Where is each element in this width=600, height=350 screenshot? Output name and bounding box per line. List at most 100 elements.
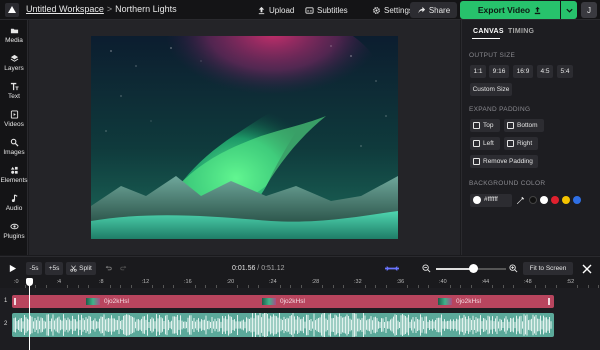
close-timeline-button[interactable] [581,262,593,275]
sidebar-item-text[interactable]: Text [0,82,28,108]
clip-trim-handle-right[interactable] [548,298,550,305]
swatch-black[interactable] [529,196,537,204]
sidebar-item-plugins[interactable]: Plugins [0,222,28,248]
checkbox-label: Right [517,140,533,147]
sidebar-item-media[interactable]: Media [0,26,28,52]
app-logo-icon[interactable] [5,3,19,17]
swatch-blue[interactable] [573,196,581,204]
undo-button[interactable] [103,262,113,275]
padding-bottom-checkbox[interactable]: Bottom [504,119,544,132]
swatch-red[interactable] [551,196,559,204]
canvas-stage [29,20,460,255]
ruler-tick-mark [194,285,196,288]
tab-timing[interactable]: TIMING [508,28,534,35]
play-button[interactable] [6,262,18,275]
playhead-handle[interactable] [26,278,33,286]
sidebar-item-label: Plugins [3,233,25,240]
ratio-9-16-button[interactable]: 9:16 [489,65,509,78]
zoom-slider-knob[interactable] [469,264,478,273]
ruler-tick-mark [492,285,494,288]
audio-track-clip[interactable] [12,313,554,337]
scissors-icon [70,265,77,272]
checkbox-label: Left [483,140,494,147]
padding-left-checkbox[interactable]: Left [470,137,500,150]
checkbox-box [473,158,480,165]
sidebar-item-audio[interactable]: Audio [0,194,28,220]
background-color-value: #ffffff [484,196,498,203]
swatch-white[interactable] [540,196,548,204]
sidebar-item-images[interactable]: Images [0,138,28,164]
tab-canvas[interactable]: CANVAS [473,28,504,35]
settings-label: Settings [384,5,413,15]
ruler-tick-label: :4 [56,279,62,285]
padding-right-checkbox[interactable]: Right [504,137,538,150]
sidebar-item-layers[interactable]: Layers [0,54,28,80]
ruler-tick-mark [120,285,122,288]
ruler-tick-label: :36 [396,279,405,285]
workspace-link[interactable]: Untitled Workspace [26,4,104,14]
subtitles-button[interactable]: Subtitles [305,3,348,17]
ruler-tick-mark [555,285,557,288]
total-time: 0:51.12 [261,265,285,272]
ruler-tick-mark [417,285,419,288]
snap-toggle[interactable] [384,262,400,275]
ratio-16-9-button[interactable]: 16:9 [513,65,533,78]
sidebar-item-label: Layers [4,65,24,72]
ratio-1-1-button[interactable]: 1:1 [470,65,486,78]
playback-controls: -5s +5s Split 0:01.56 / 0:51.12 Fit to S… [0,256,600,278]
fit-to-screen-button[interactable]: Fit to Screen [523,262,573,275]
current-time: 0:01.56 [232,265,256,272]
ruler-tick-label: :52 [566,279,575,285]
remove-padding-checkbox[interactable]: Remove Padding [470,155,538,168]
ruler-tick-mark [77,285,79,288]
zoom-in-button[interactable] [508,262,518,275]
eyedropper-button[interactable] [515,194,526,207]
ruler-tick-label: :44 [481,279,490,285]
sidebar-item-videos[interactable]: Videos [0,110,28,136]
upload-button[interactable]: Upload [257,3,294,17]
ruler-tick-mark [162,285,164,288]
subtitles-label: Subtitles [317,5,348,15]
export-video-button[interactable]: Export Video [460,1,560,19]
redo-button[interactable] [118,262,128,275]
sidebar-item-label: Images [3,149,25,156]
sidebar-item-label: Videos [4,121,24,128]
project-title[interactable]: Northern Lights [115,4,177,14]
canvas-preview-image[interactable] [91,36,398,239]
close-icon [582,264,592,273]
top-bar: Untitled Workspace > Northern Lights Uploa… [0,0,600,20]
chevron-down-icon [565,8,573,13]
ruler-tick-label: :28 [311,279,320,285]
ratio-4-5-button[interactable]: 4:5 [537,65,553,78]
sidebar-item-elements[interactable]: Elements [0,166,28,192]
settings-button[interactable]: Settings [372,3,413,17]
track-number: 1 [4,298,8,304]
ruler-tick-label: :16 [184,279,192,285]
ruler-tick-mark [35,285,37,288]
timeline[interactable]: :0:4:8:12:16:20:24:28:32:36:40:44:48:52 … [0,278,600,350]
subtitles-icon [305,6,314,14]
ruler-tick-mark [470,285,472,288]
ratio-5-4-button[interactable]: 5:4 [557,65,573,78]
clip-trim-handle-left[interactable] [14,298,16,305]
share-button[interactable]: Share [410,2,457,18]
ruler-tick-label: :24 [269,279,277,285]
ruler-tick-mark [279,285,281,288]
skip-forward-button[interactable]: +5s [45,262,63,275]
custom-size-button[interactable]: Custom Size [470,83,512,96]
ruler-tick-mark [322,285,324,288]
ruler-tick-mark [152,285,154,288]
padding-top-checkbox[interactable]: Top [470,119,500,132]
clip-label: 0jo2kHsl [262,298,305,305]
skip-back-button[interactable]: -5s [26,262,42,275]
swatch-yellow[interactable] [562,196,570,204]
breadcrumb-separator: > [106,4,113,14]
playhead-line[interactable] [29,278,30,350]
split-button[interactable]: Split [66,262,96,275]
avatar[interactable]: J [581,2,597,18]
elements-icon [10,166,18,174]
properties-panel: CANVAS TIMING OUTPUT SIZE 1:1 9:16 16:9 … [461,20,600,255]
zoom-out-button[interactable] [421,262,431,275]
ruler-tick-mark [587,285,589,288]
export-options-button[interactable] [561,1,577,19]
